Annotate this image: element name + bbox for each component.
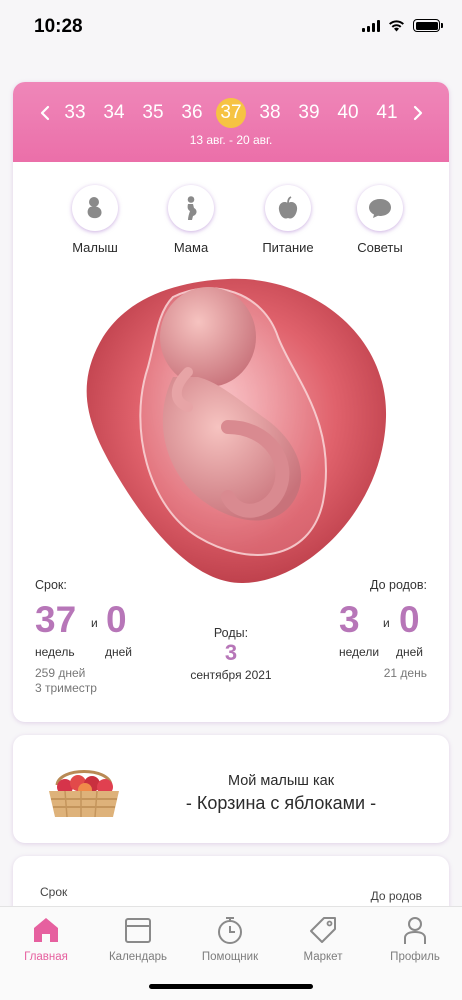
cellular-signal-icon (362, 19, 380, 32)
week-33[interactable]: 33 (56, 99, 95, 127)
weeks-unit: недель (35, 645, 75, 659)
term-summary-left-label: Срок (40, 885, 68, 899)
category-mom[interactable]: Мама (151, 185, 231, 255)
category-baby[interactable]: Малыш (55, 185, 135, 255)
week-date-range: 13 авг. - 20 авг. (189, 133, 273, 147)
tab-home-label: Главная (24, 951, 68, 963)
tab-home[interactable]: Главная (0, 915, 92, 963)
wifi-icon (389, 20, 404, 32)
total-days: 259 дней (35, 666, 86, 680)
tab-market[interactable]: Маркет (277, 915, 369, 963)
fetus-illustration (86, 278, 387, 584)
tab-profile[interactable]: Профиль (369, 915, 461, 963)
tab-calendar-label: Календарь (108, 951, 168, 963)
apple-icon (278, 196, 298, 219)
until-weeks-unit: недели (339, 645, 380, 659)
week-34[interactable]: 34 (95, 99, 134, 127)
tab-profile-label: Профиль (390, 951, 440, 963)
until-days-value: 0 (399, 599, 420, 640)
week-39[interactable]: 39 (290, 99, 329, 127)
tag-icon (310, 917, 336, 943)
week-36[interactable]: 36 (173, 99, 212, 127)
category-mom-label: Мама (173, 240, 209, 255)
weeks-value: 37 (35, 599, 77, 640)
status-time: 10:28 (34, 16, 83, 37)
tab-assistant-label: Помощник (201, 951, 259, 963)
chat-bubble-icon (369, 199, 391, 218)
tab-assistant[interactable]: Помощник (184, 915, 276, 963)
week-selector: 33 34 35 36 37 38 39 40 41 13 авг. - 20 … (13, 82, 449, 162)
term-summary-right-label: До родов (370, 889, 422, 903)
week-40[interactable]: 40 (329, 99, 368, 127)
baby-size-card[interactable]: Мой малыш как - Корзина с яблоками - (13, 735, 449, 843)
days-unit: дней (105, 645, 133, 659)
birth-day: 3 (224, 640, 238, 665)
week-35[interactable]: 35 (134, 99, 173, 127)
until-total-days: 21 день (383, 666, 427, 680)
week-41[interactable]: 41 (368, 99, 407, 127)
category-baby-label: Малыш (72, 240, 118, 255)
status-icons (362, 19, 443, 32)
battery-icon (413, 19, 443, 32)
status-bar: 10:28 (0, 0, 462, 56)
until-label: До родов: (369, 578, 427, 592)
term-label: Срок: (35, 578, 67, 592)
chevron-right-icon (413, 105, 422, 121)
category-nutrition-label: Питание (262, 240, 314, 255)
trimester: 3 триместр (35, 681, 97, 695)
category-tips[interactable]: Советы (340, 185, 420, 255)
category-tips-label: Советы (357, 240, 403, 255)
home-indicator[interactable] (149, 984, 313, 989)
until-days-unit: дней (396, 645, 424, 659)
person-icon (404, 917, 426, 944)
pregnant-mom-icon (187, 196, 197, 220)
calendar-icon (125, 918, 151, 943)
prev-week-arrow[interactable] (34, 99, 56, 127)
until-weeks-value: 3 (339, 599, 360, 640)
active-week-badge: 37 (216, 98, 246, 128)
size-card-comparison: - Корзина с яблоками - (185, 793, 377, 813)
home-icon (34, 918, 58, 942)
and-text-left: и (91, 616, 98, 630)
category-nutrition[interactable]: Питание (248, 185, 328, 255)
week-38[interactable]: 38 (251, 99, 290, 127)
next-week-arrow[interactable] (407, 99, 429, 127)
category-row: Малыш Мама Питание Советы (13, 185, 449, 260)
tab-market-label: Маркет (303, 951, 343, 963)
baby-icon (87, 197, 102, 219)
week-37-selected[interactable]: 37 (212, 98, 251, 128)
size-card-title: Мой малыш как (227, 773, 335, 789)
birth-label: Роды: (213, 626, 249, 640)
and-text-right: и (383, 616, 390, 630)
tab-calendar[interactable]: Календарь (92, 915, 184, 963)
chevron-left-icon (40, 105, 49, 121)
app-screen: 10:28 33 34 35 36 37 38 39 40 41 13 авг.… (0, 0, 462, 1000)
birth-month-year: сентября 2021 (190, 668, 272, 682)
stopwatch-icon (218, 917, 242, 944)
apple-basket-icon (49, 770, 119, 818)
days-value: 0 (106, 599, 127, 640)
pregnancy-week-card: 33 34 35 36 37 38 39 40 41 13 авг. - 20 … (13, 82, 449, 722)
